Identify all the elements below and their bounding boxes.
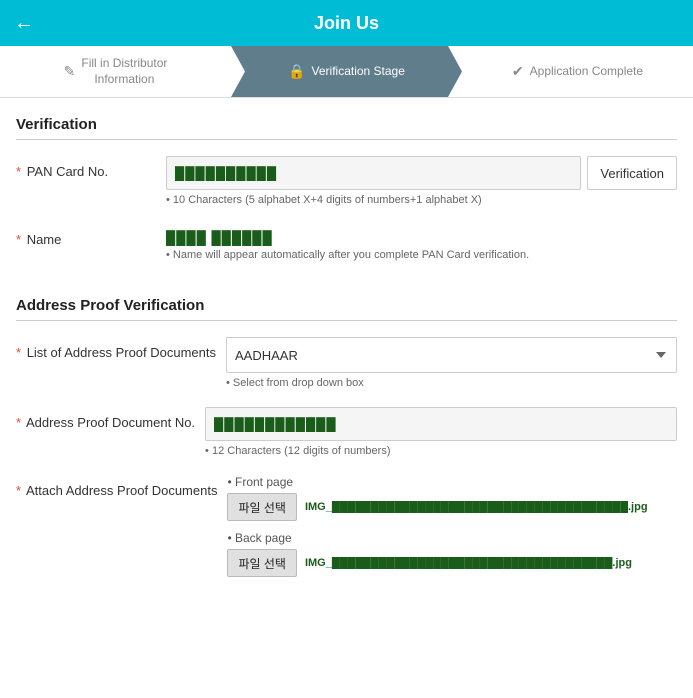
front-file-button[interactable]: 파일 선택 bbox=[227, 493, 297, 521]
address-list-hint: Select from drop down box bbox=[226, 377, 677, 389]
required-star: * bbox=[16, 164, 21, 179]
progress-steps: ✎ Fill in DistributorInformation 🔒 Verif… bbox=[0, 46, 693, 98]
step-verification-label: Verification Stage bbox=[312, 64, 405, 80]
required-star-attach: * bbox=[16, 483, 21, 498]
name-hint: Name will appear automatically after you… bbox=[166, 249, 677, 261]
attach-docs-label: * Attach Address Proof Documents bbox=[16, 475, 217, 498]
address-list-field-wrap: AADHAAR Passport Voter ID Driving Licens… bbox=[226, 337, 677, 389]
required-star-addr: * bbox=[16, 345, 21, 360]
name-field-wrap: ████ ██████ Name will appear automatical… bbox=[166, 224, 677, 261]
pan-field-wrap: Verification 10 Characters (5 alphabet X… bbox=[166, 156, 677, 206]
checkmark-icon: ✔ bbox=[512, 63, 524, 80]
name-value: ████ ██████ bbox=[166, 224, 677, 245]
address-doc-field-wrap: 12 Characters (12 digits of numbers) bbox=[205, 407, 677, 457]
back-file-name: IMG_████████████████████████████████████… bbox=[305, 557, 632, 569]
back-button[interactable]: ← bbox=[14, 12, 34, 35]
header: ← Join Us bbox=[0, 0, 693, 46]
front-page-label: Front page bbox=[227, 475, 677, 489]
verify-button[interactable]: Verification bbox=[587, 156, 677, 190]
required-star-name: * bbox=[16, 232, 21, 247]
address-divider bbox=[16, 320, 677, 321]
back-file-row: 파일 선택 IMG_██████████████████████████████… bbox=[227, 549, 677, 577]
front-page-section: Front page 파일 선택 IMG_███████████████████… bbox=[227, 475, 677, 521]
step-verification[interactable]: 🔒 Verification Stage bbox=[231, 46, 462, 97]
main-content: Verification * PAN Card No. Verification… bbox=[0, 98, 693, 621]
address-type-select[interactable]: AADHAAR Passport Voter ID Driving Licens… bbox=[226, 337, 677, 373]
back-page-label: Back page bbox=[227, 531, 677, 545]
pan-label: * PAN Card No. bbox=[16, 156, 156, 179]
pan-input-row: Verification bbox=[166, 156, 677, 190]
step-complete-label: Application Complete bbox=[530, 64, 643, 80]
address-doc-row: * Address Proof Document No. 12 Characte… bbox=[16, 407, 677, 457]
address-list-label: * List of Address Proof Documents bbox=[16, 337, 216, 360]
required-star-doc: * bbox=[16, 415, 21, 430]
header-title: Join Us bbox=[314, 13, 379, 34]
address-list-row: * List of Address Proof Documents AADHAA… bbox=[16, 337, 677, 389]
address-doc-label: * Address Proof Document No. bbox=[16, 407, 195, 430]
back-page-section: Back page 파일 선택 IMG_████████████████████… bbox=[227, 531, 677, 577]
front-file-row: 파일 선택 IMG_██████████████████████████████… bbox=[227, 493, 677, 521]
front-file-name: IMG_████████████████████████████████████… bbox=[305, 501, 648, 513]
pan-card-row: * PAN Card No. Verification 10 Character… bbox=[16, 156, 677, 206]
pan-input[interactable] bbox=[166, 156, 581, 190]
address-doc-input[interactable] bbox=[205, 407, 677, 441]
pan-hint: 10 Characters (5 alphabet X+4 digits of … bbox=[166, 194, 677, 206]
address-section-title: Address Proof Verification bbox=[16, 297, 677, 314]
step-distributor[interactable]: ✎ Fill in DistributorInformation bbox=[0, 46, 231, 97]
edit-icon: ✎ bbox=[64, 63, 76, 80]
verification-divider bbox=[16, 139, 677, 140]
name-label: * Name bbox=[16, 224, 156, 247]
back-file-button[interactable]: 파일 선택 bbox=[227, 549, 297, 577]
address-doc-hint: 12 Characters (12 digits of numbers) bbox=[205, 445, 677, 457]
attach-docs-row: * Attach Address Proof Documents Front p… bbox=[16, 475, 677, 583]
attach-docs-field-wrap: Front page 파일 선택 IMG_███████████████████… bbox=[227, 475, 677, 583]
step-complete[interactable]: ✔ Application Complete bbox=[462, 46, 693, 97]
step-distributor-label: Fill in DistributorInformation bbox=[81, 56, 167, 87]
name-row: * Name ████ ██████ Name will appear auto… bbox=[16, 224, 677, 261]
verification-section-title: Verification bbox=[16, 116, 677, 133]
lock-icon: 🔒 bbox=[288, 63, 305, 80]
